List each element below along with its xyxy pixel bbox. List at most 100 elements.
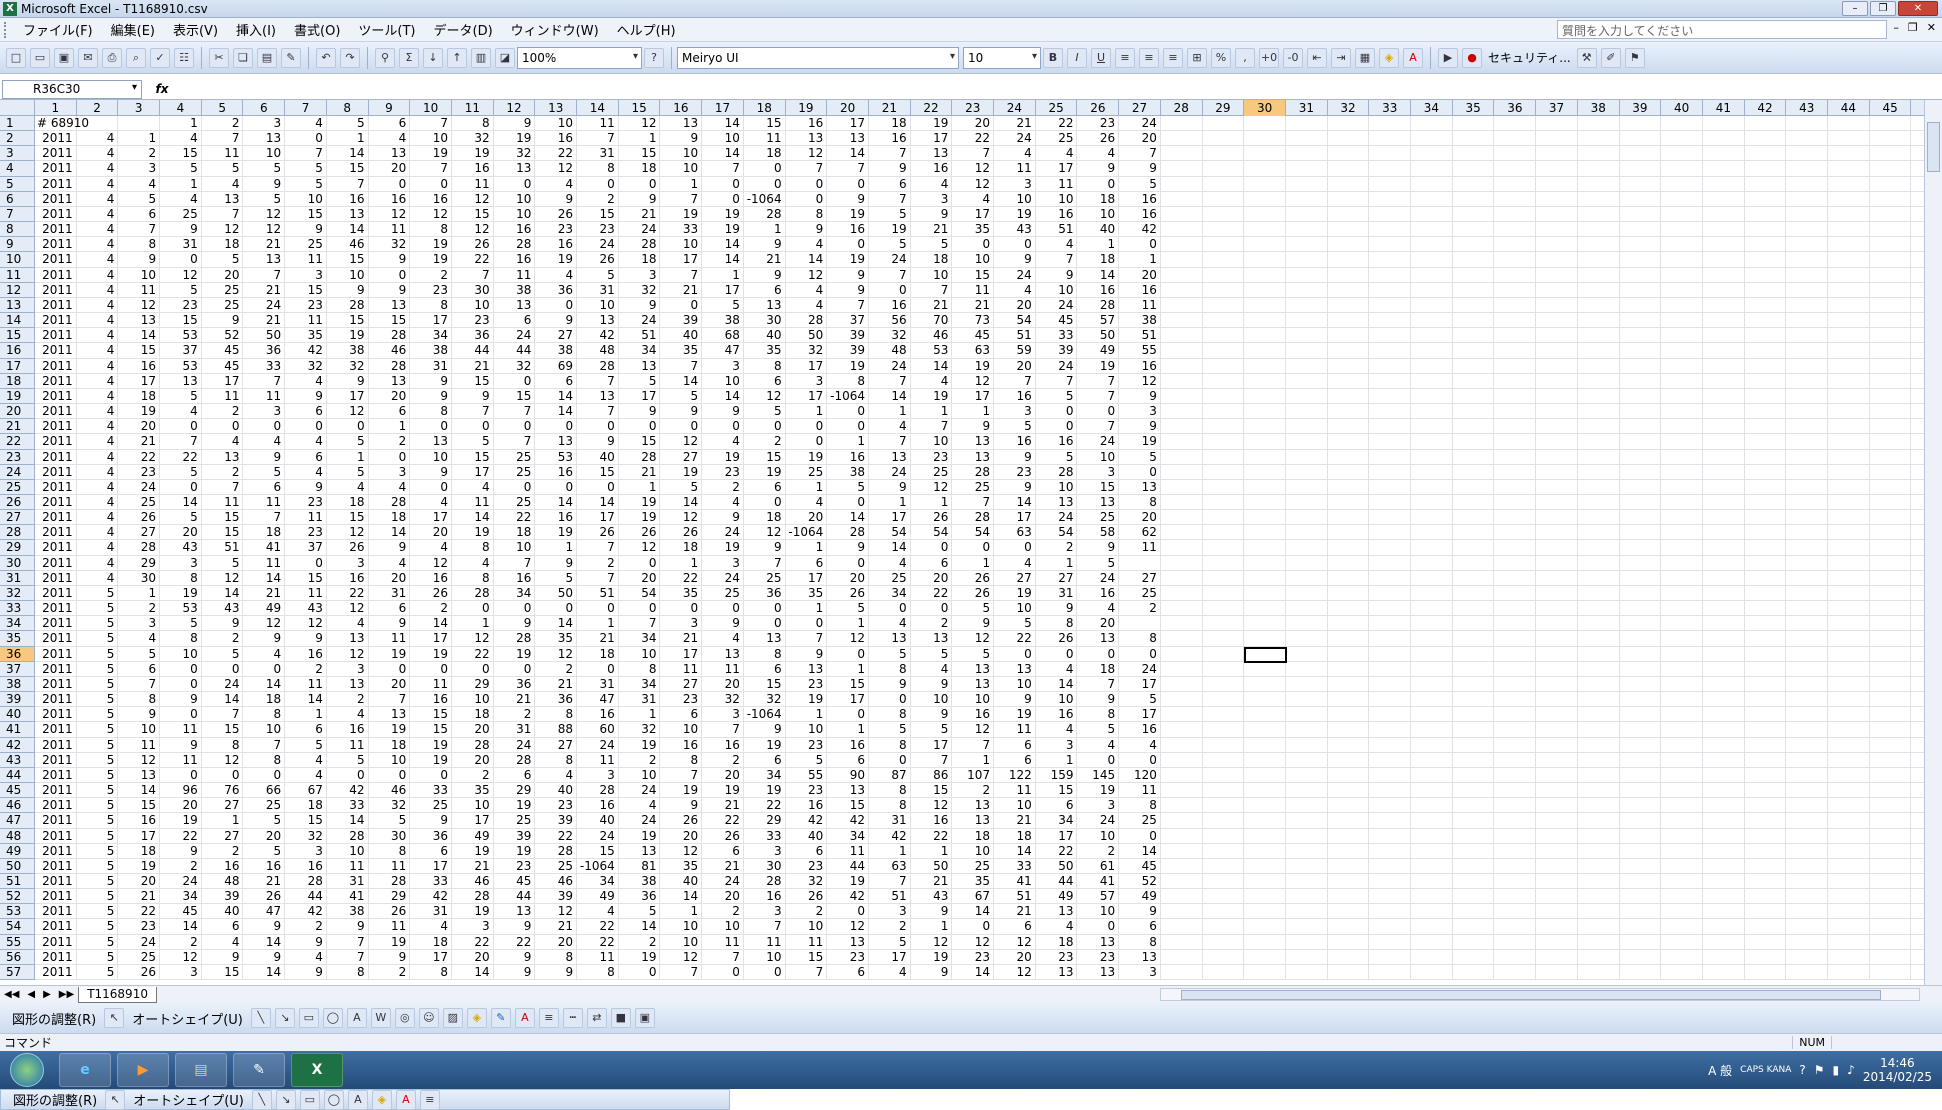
cell[interactable]: [1536, 767, 1578, 783]
cell[interactable]: 41: [327, 889, 369, 905]
cell[interactable]: 24: [994, 267, 1036, 283]
cell[interactable]: 10: [702, 373, 744, 389]
help-tray-icon[interactable]: ?: [1799, 1063, 1805, 1077]
row-header[interactable]: 45: [0, 783, 35, 799]
cell[interactable]: [1703, 798, 1745, 814]
cell[interactable]: [1703, 707, 1745, 723]
cell[interactable]: 12: [327, 646, 369, 662]
cell[interactable]: [1411, 949, 1453, 965]
cell[interactable]: [1620, 404, 1662, 420]
cell[interactable]: 19: [869, 222, 911, 238]
cell[interactable]: 9: [369, 540, 411, 556]
cell[interactable]: [1661, 843, 1703, 859]
cell[interactable]: [1828, 161, 1870, 177]
cell[interactable]: 4: [77, 525, 119, 541]
cell[interactable]: [1786, 297, 1829, 313]
cell[interactable]: 34: [410, 328, 452, 344]
cell[interactable]: 9: [494, 919, 536, 935]
cell[interactable]: 10: [118, 722, 161, 738]
cell[interactable]: [1870, 404, 1912, 420]
cell[interactable]: 14: [1078, 267, 1120, 283]
cell[interactable]: 7: [744, 555, 786, 571]
cell[interactable]: [1912, 692, 1925, 707]
cell[interactable]: [1661, 313, 1703, 329]
cell[interactable]: 39: [661, 313, 703, 329]
cell[interactable]: [1578, 767, 1620, 783]
cell[interactable]: 53: [911, 343, 953, 359]
cell[interactable]: 1: [911, 919, 953, 935]
cell[interactable]: 7: [202, 131, 244, 147]
cell[interactable]: 26: [702, 828, 744, 844]
cell[interactable]: 17: [118, 373, 161, 389]
cell[interactable]: [1661, 585, 1703, 601]
cell[interactable]: 26: [1036, 631, 1078, 647]
cell[interactable]: 3: [327, 555, 369, 571]
cell[interactable]: [1161, 495, 1203, 510]
percent-icon[interactable]: %: [1211, 47, 1231, 68]
cell[interactable]: 21: [535, 919, 578, 935]
menu-tools[interactable]: ツール(T): [349, 20, 424, 39]
cell[interactable]: [1244, 964, 1286, 980]
cell[interactable]: [1745, 116, 1787, 131]
cell[interactable]: 4: [285, 116, 327, 131]
cell[interactable]: 0: [494, 373, 536, 389]
cell[interactable]: [1578, 388, 1620, 404]
cell[interactable]: [1286, 131, 1328, 147]
cell[interactable]: [1745, 313, 1787, 329]
cell[interactable]: 4: [577, 904, 619, 920]
cell[interactable]: 0: [244, 419, 286, 435]
cell[interactable]: [1328, 161, 1370, 177]
cell[interactable]: 19: [410, 146, 452, 162]
cell[interactable]: 16: [244, 858, 286, 874]
cell[interactable]: 0: [1119, 752, 1161, 768]
cell[interactable]: 11: [285, 510, 327, 526]
cell[interactable]: 23: [786, 737, 828, 753]
cell[interactable]: 21: [702, 798, 744, 814]
cell[interactable]: 1: [827, 722, 869, 738]
cell[interactable]: 5: [869, 722, 911, 738]
cell[interactable]: [1244, 404, 1286, 420]
cell[interactable]: [1369, 570, 1412, 586]
cell[interactable]: 9: [827, 267, 869, 283]
cell[interactable]: [1536, 616, 1578, 632]
cell[interactable]: [1536, 858, 1578, 874]
cell[interactable]: [1786, 540, 1829, 556]
cell[interactable]: [1870, 934, 1912, 950]
cell[interactable]: 23: [577, 222, 619, 238]
script-editor-icon[interactable]: ⚑: [1624, 47, 1645, 68]
cell[interactable]: 51: [1119, 328, 1161, 344]
cell[interactable]: [1578, 585, 1620, 601]
cell[interactable]: [1328, 252, 1370, 268]
bold-icon[interactable]: B: [1043, 47, 1063, 68]
cell[interactable]: 5: [202, 555, 244, 571]
cell[interactable]: 2011: [35, 282, 77, 298]
cell[interactable]: [1661, 297, 1703, 313]
cell[interactable]: [1745, 495, 1787, 510]
cell[interactable]: 14: [202, 692, 244, 708]
cell[interactable]: 17: [911, 131, 953, 147]
cell[interactable]: 5: [77, 949, 119, 965]
cell[interactable]: [1912, 950, 1925, 965]
cell[interactable]: 16: [285, 858, 327, 874]
cell[interactable]: 21: [244, 282, 286, 298]
cell[interactable]: [1912, 722, 1925, 737]
cell[interactable]: 38: [535, 343, 578, 359]
cell[interactable]: 9: [202, 616, 244, 632]
cell[interactable]: 13: [619, 358, 661, 374]
cell[interactable]: 17: [202, 373, 244, 389]
cell[interactable]: [1536, 737, 1578, 753]
cell[interactable]: [1745, 601, 1787, 617]
cell[interactable]: [1578, 646, 1620, 662]
cell[interactable]: 3: [1078, 464, 1120, 480]
cell[interactable]: 47: [702, 343, 744, 359]
cell[interactable]: 8: [1119, 934, 1161, 950]
cell[interactable]: [1328, 358, 1370, 374]
cell[interactable]: 24: [619, 783, 661, 799]
cell[interactable]: [1495, 525, 1537, 541]
cell[interactable]: 120: [1119, 767, 1161, 783]
cell[interactable]: 16: [952, 707, 995, 723]
column-header[interactable]: 8: [327, 100, 369, 116]
row-header[interactable]: 56: [0, 949, 35, 965]
cell[interactable]: 14: [661, 495, 703, 510]
cell[interactable]: 20: [1119, 510, 1161, 526]
